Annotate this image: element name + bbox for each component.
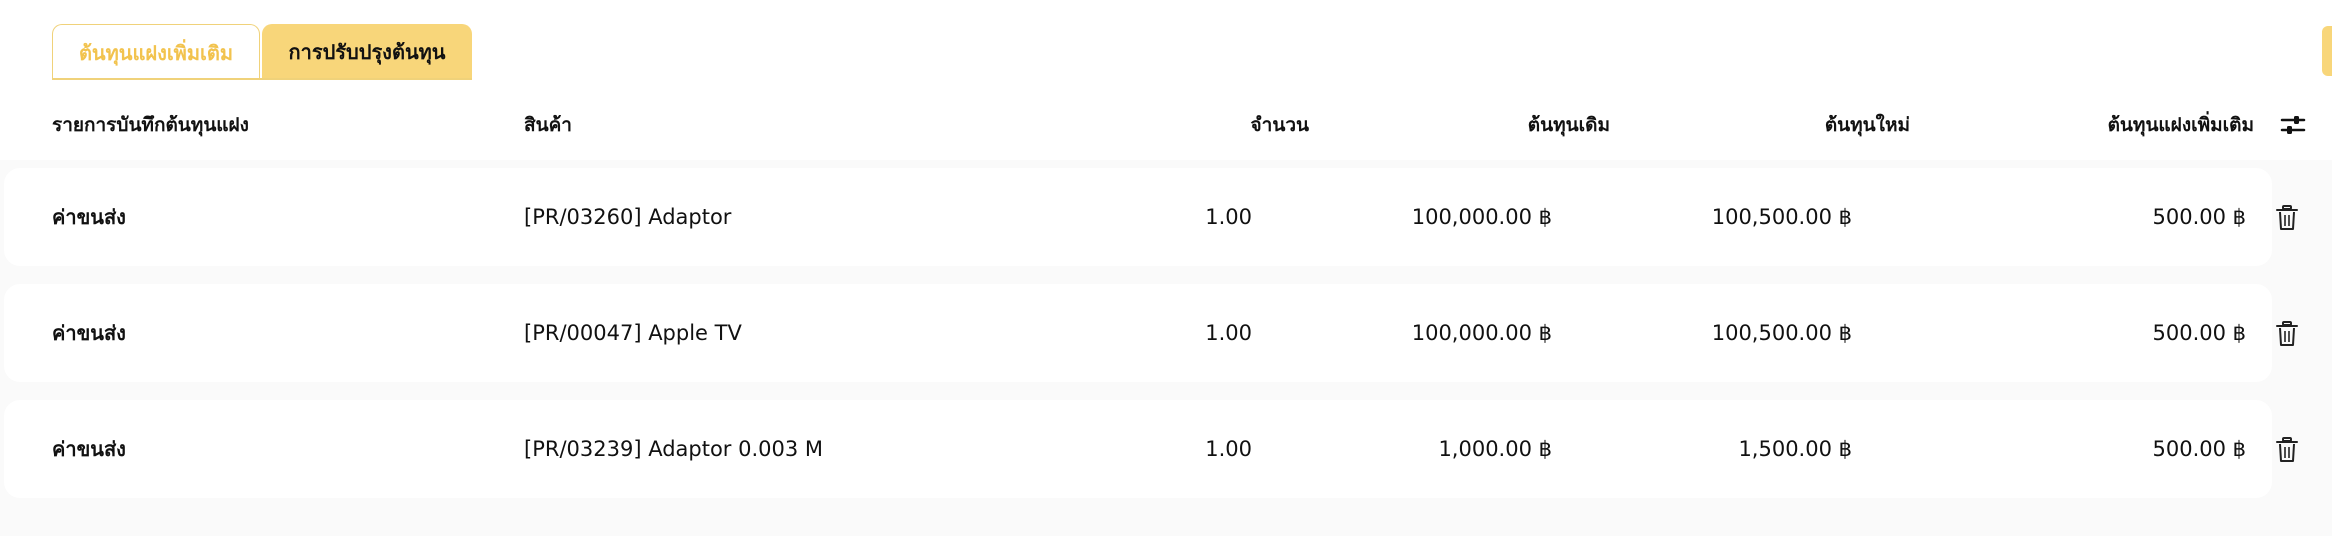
row-new-cost: 1,500.00 ฿ [1738, 437, 1852, 461]
row-new-cost: 100,500.00 ฿ [1711, 205, 1852, 229]
row-added-cost: 500.00 ฿ [2152, 205, 2246, 229]
row-product: [PR/03260] Adaptor [524, 205, 732, 229]
tab-cost-adjustment[interactable]: การปรับปรุงต้นทุน [262, 24, 472, 80]
trash-icon [2276, 205, 2298, 230]
column-header-new-cost: ต้นทุนใหม่ [1824, 114, 1910, 136]
trash-icon [2276, 437, 2298, 462]
trash-icon [2276, 321, 2298, 346]
row-old-cost: 1,000.00 ฿ [1438, 437, 1552, 461]
column-header-product: สินค้า [524, 114, 572, 136]
row-quantity: 1.00 [1205, 205, 1252, 229]
tab-additional-hidden-cost[interactable]: ต้นทุนแฝงเพิ่มเติม [52, 24, 260, 80]
column-header-old-cost: ต้นทุนเดิม [1527, 114, 1610, 136]
column-header-quantity: จำนวน [1250, 114, 1309, 136]
table-row[interactable]: ค่าขนส่ง [PR/03260] Adaptor 1.00 100,000… [4, 168, 2272, 266]
table-row[interactable]: ค่าขนส่ง [PR/03239] Adaptor 0.003 M 1.00… [4, 400, 2272, 498]
row-added-cost: 500.00 ฿ [2152, 321, 2246, 345]
row-product: [PR/00047] Apple TV [524, 321, 742, 345]
delete-row-button[interactable] [2274, 436, 2300, 464]
row-quantity: 1.00 [1205, 437, 1252, 461]
column-header-added-cost: ต้นทุนแฝงเพิ่มเติม [2107, 114, 2254, 136]
row-new-cost: 100,500.00 ฿ [1711, 321, 1852, 345]
row-record: ค่าขนส่ง [52, 321, 126, 345]
row-added-cost: 500.00 ฿ [2152, 437, 2246, 461]
row-old-cost: 100,000.00 ฿ [1411, 321, 1552, 345]
row-old-cost: 100,000.00 ฿ [1411, 205, 1552, 229]
delete-row-button[interactable] [2274, 204, 2300, 232]
row-record: ค่าขนส่ง [52, 437, 126, 461]
sliders-icon [2280, 116, 2306, 134]
row-product: [PR/03239] Adaptor 0.003 M [524, 437, 824, 461]
column-header-record: รายการบันทึกต้นทุนแฝง [52, 114, 249, 136]
row-record: ค่าขนส่ง [52, 205, 126, 229]
column-settings-button[interactable] [2278, 110, 2308, 140]
tab-underline [52, 78, 472, 80]
scrollbar-thumb[interactable] [2322, 26, 2332, 76]
table-row[interactable]: ค่าขนส่ง [PR/00047] Apple TV 1.00 100,00… [4, 284, 2272, 382]
delete-row-button[interactable] [2274, 320, 2300, 348]
row-quantity: 1.00 [1205, 321, 1252, 345]
